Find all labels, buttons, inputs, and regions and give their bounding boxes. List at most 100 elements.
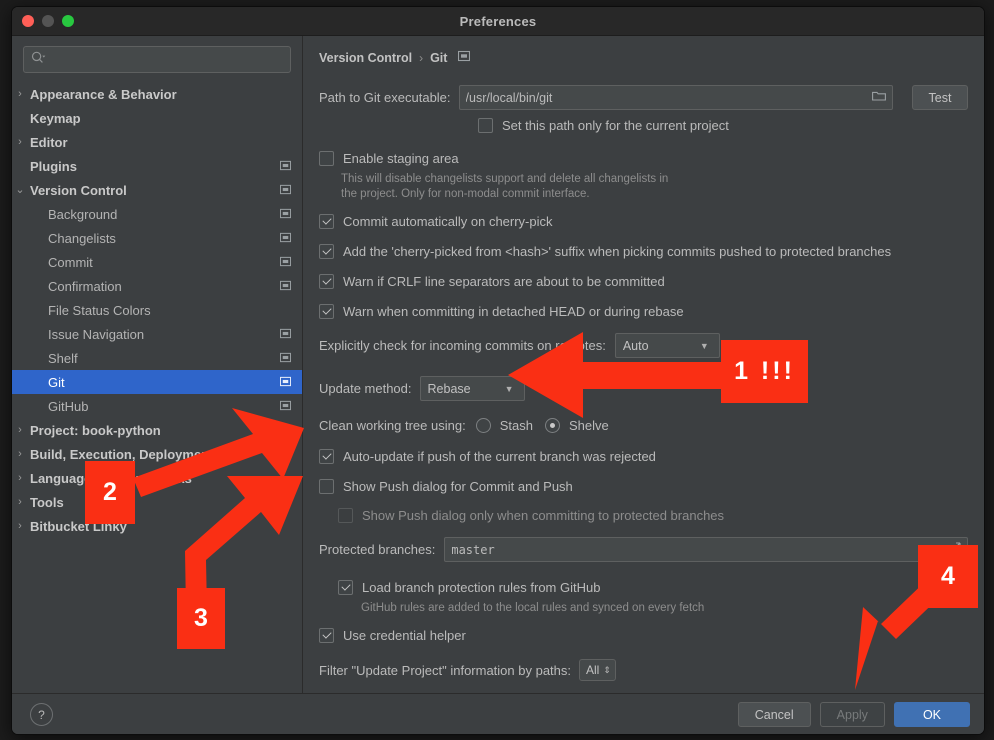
sidebar-item-editor[interactable]: ›Editor [12, 130, 302, 154]
add-cherry-suffix-row[interactable]: Add the 'cherry-picked from <hash>' suff… [319, 244, 970, 259]
update-method-dropdown[interactable]: Rebase ▼ [420, 376, 525, 401]
filter-paths-row: Filter "Update Project" information by p… [319, 659, 970, 681]
sidebar-item-plugins[interactable]: Plugins [12, 154, 302, 178]
copy-settings-icon[interactable] [280, 207, 291, 222]
set-path-only-row[interactable]: Set this path only for the current proje… [478, 118, 970, 133]
sidebar-item-build-execution-deployment[interactable]: ›Build, Execution, Deployment [12, 442, 302, 466]
folder-icon[interactable] [872, 90, 886, 105]
copy-settings-icon[interactable] [280, 231, 291, 246]
commit-auto-cherry-row[interactable]: Commit automatically on cherry-pick [319, 214, 970, 229]
breadcrumb-separator: › [419, 51, 423, 65]
help-button[interactable]: ? [30, 703, 53, 726]
protected-branches-field[interactable]: master [444, 537, 968, 562]
spinner-arrows-icon[interactable]: ⇕ [603, 666, 611, 674]
chevron-right-icon[interactable]: › [12, 473, 28, 484]
git-path-field[interactable]: /usr/local/bin/git [459, 85, 893, 110]
load-rules-checkbox[interactable] [338, 580, 353, 595]
warn-crlf-checkbox[interactable] [319, 274, 334, 289]
sidebar-item-label: Project: book-python [30, 423, 280, 438]
copy-settings-icon[interactable] [280, 399, 291, 414]
sidebar-item-confirmation[interactable]: Confirmation [12, 274, 302, 298]
chevron-down-icon[interactable]: ⌄ [12, 185, 28, 196]
clean-tree-shelve-radio[interactable] [545, 418, 560, 433]
warn-detached-row[interactable]: Warn when committing in detached HEAD or… [319, 304, 970, 319]
sidebar-item-label: Version Control [30, 183, 280, 198]
warn-crlf-label: Warn if CRLF line separators are about t… [343, 274, 665, 289]
enable-staging-checkbox[interactable] [319, 151, 334, 166]
add-cherry-suffix-checkbox[interactable] [319, 244, 334, 259]
sidebar-item-issue-navigation[interactable]: Issue Navigation [12, 322, 302, 346]
chevron-right-icon[interactable]: › [12, 425, 28, 436]
warn-crlf-row[interactable]: Warn if CRLF line separators are about t… [319, 274, 970, 289]
auto-update-row[interactable]: Auto-update if push of the current branc… [319, 449, 970, 464]
copy-settings-icon[interactable] [280, 351, 291, 366]
search-input[interactable] [51, 52, 283, 68]
chevron-right-icon[interactable]: › [12, 521, 28, 532]
commit-auto-cherry-label: Commit automatically on cherry-pick [343, 214, 553, 229]
chevron-right-icon[interactable]: › [12, 89, 28, 100]
sidebar-item-languages-frameworks[interactable]: ›Languages & Frameworks [12, 466, 302, 490]
sidebar-item-label: Keymap [30, 111, 291, 126]
auto-update-label: Auto-update if push of the current branc… [343, 449, 656, 464]
copy-settings-icon[interactable] [280, 279, 291, 294]
show-push-dialog-row[interactable]: Show Push dialog for Commit and Push [319, 479, 970, 494]
sidebar-item-label: Commit [48, 255, 280, 270]
copy-settings-icon[interactable] [280, 183, 291, 198]
cancel-button[interactable]: Cancel [738, 702, 811, 727]
copy-settings-icon[interactable] [280, 255, 291, 270]
git-path-value: /usr/local/bin/git [466, 91, 872, 105]
clean-tree-shelve-option[interactable]: Shelve [545, 418, 609, 433]
sidebar-item-label: Build, Execution, Deployment [30, 447, 291, 462]
breadcrumb-parent[interactable]: Version Control [319, 51, 412, 65]
sidebar-item-file-status-colors[interactable]: File Status Colors [12, 298, 302, 322]
sidebar-item-background[interactable]: Background [12, 202, 302, 226]
sidebar-item-appearance-behavior[interactable]: ›Appearance & Behavior [12, 82, 302, 106]
sidebar-item-label: Languages & Frameworks [30, 471, 291, 486]
set-path-only-checkbox[interactable] [478, 118, 493, 133]
chevron-right-icon[interactable]: › [12, 497, 28, 508]
credential-helper-row[interactable]: Use credential helper [319, 628, 970, 643]
show-push-protected-checkbox[interactable] [338, 508, 353, 523]
search-box[interactable] [23, 46, 291, 73]
copy-settings-icon[interactable] [280, 159, 291, 174]
credential-helper-checkbox[interactable] [319, 628, 334, 643]
commit-auto-cherry-checkbox[interactable] [319, 214, 334, 229]
clean-tree-stash-radio[interactable] [476, 418, 491, 433]
load-rules-row[interactable]: Load branch protection rules from GitHub [338, 580, 970, 595]
sidebar-item-bitbucket-linky[interactable]: ›Bitbucket Linky [12, 514, 302, 538]
copy-settings-icon[interactable] [458, 50, 470, 65]
filter-paths-spinner[interactable]: All ⇕ [579, 659, 616, 681]
test-button[interactable]: Test [912, 85, 969, 110]
copy-settings-icon[interactable] [280, 423, 291, 438]
clean-tree-stash-option[interactable]: Stash [476, 418, 533, 433]
show-push-dialog-checkbox[interactable] [319, 479, 334, 494]
ok-button[interactable]: OK [894, 702, 970, 727]
sidebar-item-label: Background [48, 207, 280, 222]
add-cherry-suffix-label: Add the 'cherry-picked from <hash>' suff… [343, 244, 891, 259]
dialog-footer: ? Cancel Apply OK [12, 693, 984, 735]
sidebar-item-git[interactable]: Git [12, 370, 302, 394]
chevron-down-icon: ▼ [700, 341, 709, 351]
show-push-dialog-label: Show Push dialog for Commit and Push [343, 479, 573, 494]
sidebar-item-github[interactable]: GitHub [12, 394, 302, 418]
incoming-commits-dropdown[interactable]: Auto ▼ [615, 333, 720, 358]
sidebar-item-project-book-python[interactable]: ›Project: book-python [12, 418, 302, 442]
clean-working-tree-label: Clean working tree using: [319, 418, 466, 433]
sidebar-item-version-control[interactable]: ⌄Version Control [12, 178, 302, 202]
auto-update-checkbox[interactable] [319, 449, 334, 464]
enable-staging-row[interactable]: Enable staging area [319, 151, 970, 166]
show-push-protected-row[interactable]: Show Push dialog only when committing to… [338, 508, 970, 523]
sidebar-item-commit[interactable]: Commit [12, 250, 302, 274]
copy-settings-icon[interactable] [280, 327, 291, 342]
update-method-value: Rebase [428, 382, 471, 396]
sidebar-item-shelf[interactable]: Shelf [12, 346, 302, 370]
apply-button[interactable]: Apply [820, 702, 885, 727]
sidebar-item-tools[interactable]: ›Tools [12, 490, 302, 514]
warn-detached-checkbox[interactable] [319, 304, 334, 319]
screenshot-root: Preferences [0, 0, 994, 740]
copy-settings-icon[interactable] [280, 375, 291, 390]
chevron-right-icon[interactable]: › [12, 449, 28, 460]
chevron-right-icon[interactable]: › [12, 137, 28, 148]
sidebar-item-changelists[interactable]: Changelists [12, 226, 302, 250]
sidebar-item-keymap[interactable]: Keymap [12, 106, 302, 130]
